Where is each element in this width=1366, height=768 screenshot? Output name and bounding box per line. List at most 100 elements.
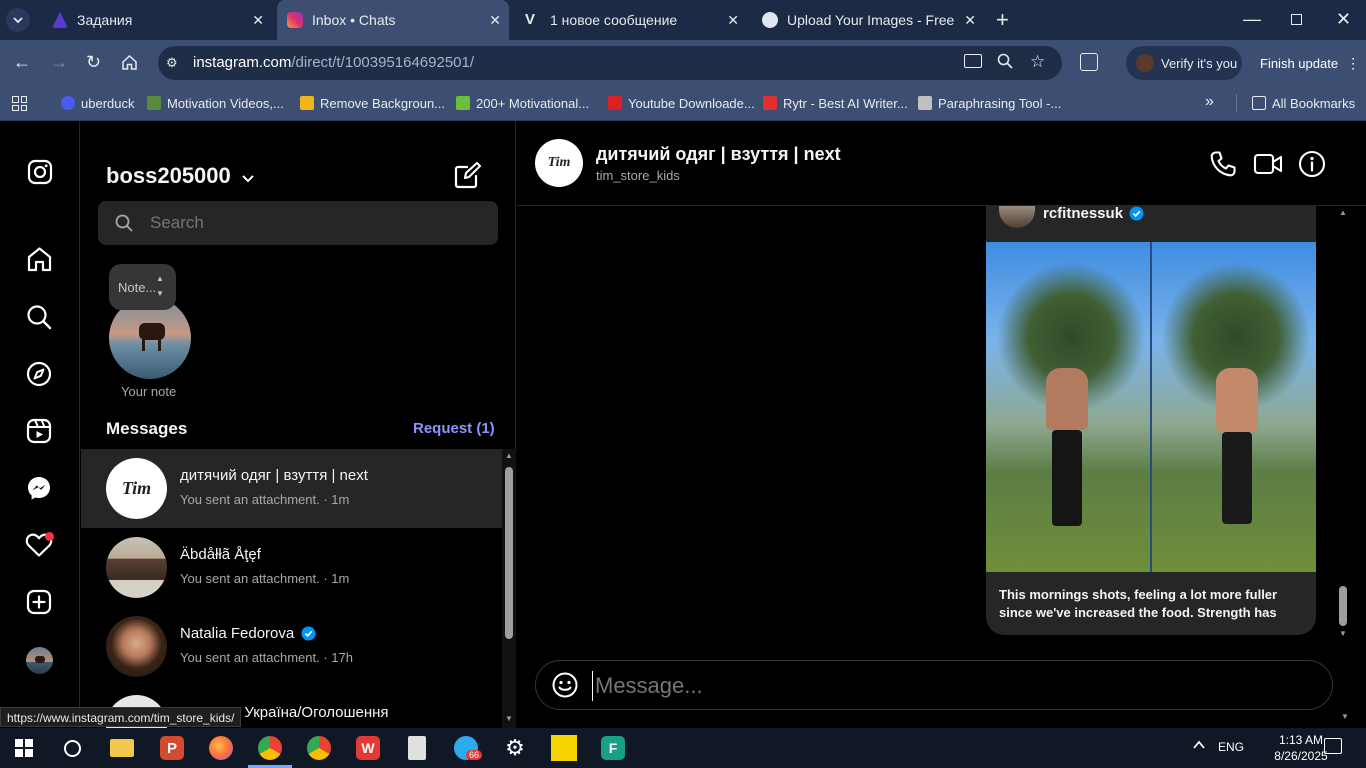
thread-item[interactable]: Äbdåłłã Åţęf You sent an attachment. · 1… xyxy=(81,528,503,607)
bookmark-motivation-videos[interactable]: Motivation Videos,... xyxy=(147,85,284,121)
close-icon[interactable]: ✕ xyxy=(489,12,501,29)
profile-avatar-icon xyxy=(1136,54,1154,72)
create-icon[interactable] xyxy=(26,589,52,620)
tab-new-message[interactable]: V 1 новое сообщение ✕ xyxy=(515,0,747,40)
spinner-down-icon[interactable]: ▼ xyxy=(156,289,164,298)
bookmark-favicon-icon xyxy=(456,96,470,110)
new-message-icon[interactable] xyxy=(454,161,482,194)
settings-gear-icon[interactable]: ⚙ xyxy=(501,734,529,762)
site-info-icon[interactable]: ⚙ xyxy=(166,55,178,71)
extensions-icon[interactable] xyxy=(1080,53,1098,71)
wps-office-icon[interactable]: W xyxy=(354,734,382,762)
chevron-right-icon[interactable]: » xyxy=(1205,94,1214,110)
home-icon[interactable] xyxy=(121,54,138,76)
notifications-heart-icon[interactable] xyxy=(25,532,54,563)
back-icon[interactable]: ← xyxy=(13,53,31,71)
bookmark-youtube-downloader[interactable]: Youtube Downloade... xyxy=(608,85,755,121)
close-icon[interactable]: ✕ xyxy=(727,12,739,29)
bookmark-uberduck[interactable]: uberduck xyxy=(61,85,134,121)
scrollbar-thumb[interactable] xyxy=(505,467,513,639)
scrollbar-thumb[interactable] xyxy=(1339,586,1347,626)
profile-avatar[interactable] xyxy=(26,647,53,674)
forward-icon[interactable]: → xyxy=(50,53,68,71)
thread-item[interactable]: Tim дитячий одяг | взуття | next You sen… xyxy=(81,449,503,528)
zoom-icon[interactable] xyxy=(997,53,1013,74)
account-switcher[interactable]: boss205000 xyxy=(106,163,255,189)
scroll-up-icon[interactable]: ▲ xyxy=(1339,208,1347,217)
scroll-up-icon[interactable]: ▲ xyxy=(505,451,513,460)
search-icon[interactable] xyxy=(26,304,52,335)
close-icon[interactable]: ✕ xyxy=(964,12,976,29)
video-call-icon[interactable] xyxy=(1253,152,1283,181)
bookmark-paraphrasing-tool[interactable]: Paraphrasing Tool -... xyxy=(918,85,1061,121)
instagram-logo-icon[interactable] xyxy=(27,159,53,190)
calculator-icon[interactable] xyxy=(403,734,431,762)
spinner-up-icon[interactable]: ▲ xyxy=(156,274,164,283)
verified-badge-icon xyxy=(1129,206,1144,221)
new-tab-icon[interactable]: + xyxy=(996,9,1009,31)
emoji-icon[interactable] xyxy=(552,672,578,698)
scroll-down-icon[interactable]: ▼ xyxy=(1339,629,1347,638)
shared-post-card[interactable]: rcfitnessuk This mornings shots, feeling… xyxy=(986,206,1316,635)
post-author-avatar[interactable] xyxy=(999,206,1035,228)
post-author-name: rcfitnessuk xyxy=(1043,206,1124,222)
file-explorer-icon[interactable] xyxy=(108,734,136,762)
minimize-icon[interactable]: — xyxy=(1243,10,1261,28)
app-f-icon[interactable]: F xyxy=(599,734,627,762)
chat-title[interactable]: дитячий одяг | взуття | next xyxy=(596,144,841,165)
post-image[interactable] xyxy=(986,242,1316,572)
bookmark-rytr[interactable]: Rytr - Best AI Writer... xyxy=(763,85,908,121)
notification-center-icon[interactable] xyxy=(1324,738,1342,754)
scroll-down-icon[interactable]: ▼ xyxy=(505,714,513,723)
chat-header: Tim дитячий одяг | взуття | next tim_sto… xyxy=(517,121,1366,206)
address-bar[interactable]: ⚙ instagram.com/direct/t/100395164692501… xyxy=(158,46,1062,80)
exness-icon[interactable] xyxy=(550,734,578,762)
search-input[interactable] xyxy=(150,210,480,236)
language-indicator[interactable]: ENG xyxy=(1218,740,1244,754)
chat-scrollbar[interactable]: ▲ ▼ xyxy=(1336,206,1350,641)
post-author[interactable]: rcfitnessuk xyxy=(1043,206,1144,222)
bookmark-star-icon[interactable]: ☆ xyxy=(1030,52,1045,72)
cortana-icon[interactable] xyxy=(58,734,86,762)
requests-link[interactable]: Request (1) xyxy=(413,420,495,437)
window-close-icon[interactable]: ✕ xyxy=(1336,10,1351,28)
message-input[interactable] xyxy=(592,671,1292,701)
reload-icon[interactable]: ↻ xyxy=(86,53,101,71)
bookmark-remove-background[interactable]: Remove Backgroun... xyxy=(300,85,445,121)
note-bubble[interactable]: Note... ▲ ▼ xyxy=(109,264,176,310)
message-composer[interactable] xyxy=(535,660,1333,710)
tray-expand-icon[interactable] xyxy=(1192,738,1206,757)
reels-icon[interactable] xyxy=(26,418,52,449)
account-username: boss205000 xyxy=(106,163,231,188)
chrome-icon[interactable] xyxy=(305,734,333,762)
firefox-icon[interactable] xyxy=(207,734,235,762)
apps-grid-icon[interactable] xyxy=(12,96,27,111)
bookmark-motivational[interactable]: 200+ Motivational... xyxy=(456,85,589,121)
all-bookmarks-button[interactable]: All Bookmarks xyxy=(1252,85,1355,121)
finish-update-button[interactable]: Finish update ⋮ xyxy=(1250,46,1360,80)
inbox-scrollbar[interactable]: ▲ ▼ xyxy=(502,449,516,728)
verify-button[interactable]: Verify it's you xyxy=(1126,46,1242,80)
search-box[interactable] xyxy=(98,201,498,245)
tab-search-button[interactable] xyxy=(6,8,30,32)
tab-inbox-chats[interactable]: Inbox • Chats ✕ xyxy=(277,0,509,40)
bookmark-favicon-icon xyxy=(918,96,932,110)
windows-start-icon[interactable] xyxy=(10,734,38,762)
app-p-icon[interactable]: P xyxy=(158,734,186,762)
tab-zadaniya[interactable]: Задания ✕ xyxy=(40,0,272,40)
tab-upload-images[interactable]: Upload Your Images - Free Imag ✕ xyxy=(752,0,984,40)
messenger-icon[interactable] xyxy=(26,475,52,506)
thread-item[interactable]: Natalia Fedorova You sent an attachment.… xyxy=(81,607,503,686)
audio-call-icon[interactable] xyxy=(1209,150,1237,183)
close-icon[interactable]: ✕ xyxy=(252,12,264,29)
install-app-icon[interactable] xyxy=(964,54,982,68)
chat-avatar[interactable]: Tim xyxy=(535,139,583,187)
explore-icon[interactable] xyxy=(26,361,52,392)
conversation-info-icon[interactable] xyxy=(1298,150,1326,183)
page-scroll-down-icon[interactable]: ▼ xyxy=(1341,712,1349,721)
chrome-active-icon[interactable] xyxy=(256,734,284,762)
restore-icon[interactable] xyxy=(1291,14,1302,25)
home-icon[interactable] xyxy=(26,246,53,278)
telegram-icon[interactable]: 66 xyxy=(452,734,483,762)
tab-title: Задания xyxy=(77,12,133,28)
